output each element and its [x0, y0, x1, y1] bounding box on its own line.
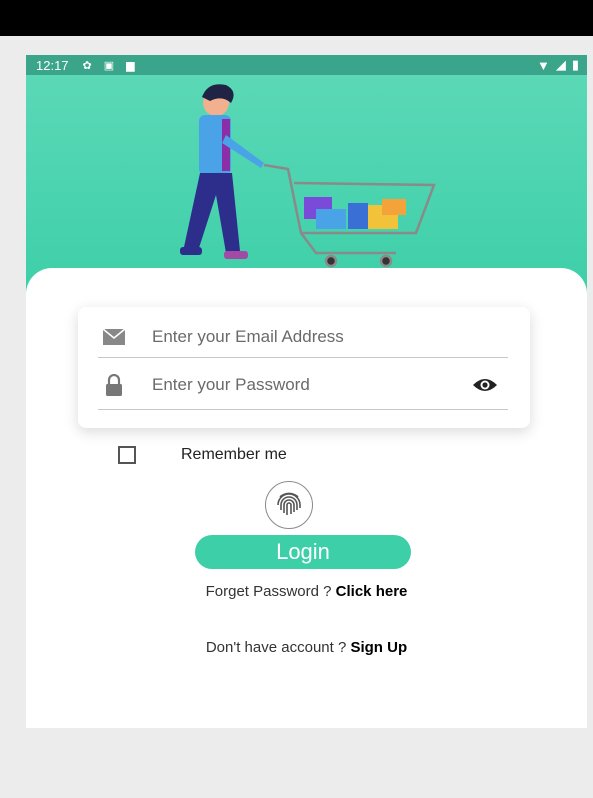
signup-link[interactable]: Sign Up	[350, 639, 407, 656]
signup-text: Don't have account ?	[205, 639, 351, 656]
envelope-icon	[98, 328, 130, 346]
remember-label: Remember me	[181, 446, 287, 463]
remember-me-row[interactable]: Remember me	[118, 446, 287, 464]
password-row	[98, 361, 508, 410]
email-input[interactable]	[152, 327, 452, 347]
fingerprint-button[interactable]	[265, 481, 313, 529]
forgot-password-text: Forget Password ?	[205, 583, 336, 600]
remember-checkbox[interactable]	[118, 446, 136, 464]
top-black-bar	[0, 0, 593, 36]
forgot-password-row: Forget Password ? Click here	[26, 583, 587, 600]
phone-screen: 12:17 ✿ ▣ ▆ ▼ ◢ ▮ Enter your Email Addre…	[26, 55, 587, 728]
shopping-illustration	[180, 84, 436, 268]
forgot-password-link[interactable]: Click here	[336, 583, 408, 600]
signup-row: Don't have account ? Sign Up	[26, 639, 587, 656]
shopper-figure	[180, 84, 264, 259]
hero-banner: 12:17 ✿ ▣ ▆ ▼ ◢ ▮	[26, 55, 587, 300]
lock-icon	[98, 374, 130, 396]
credentials-form	[78, 307, 530, 428]
eye-icon[interactable]	[472, 377, 498, 393]
password-input[interactable]	[152, 375, 452, 395]
fingerprint-icon	[277, 492, 301, 515]
login-button[interactable]: Login	[195, 535, 411, 569]
email-row	[98, 317, 508, 358]
